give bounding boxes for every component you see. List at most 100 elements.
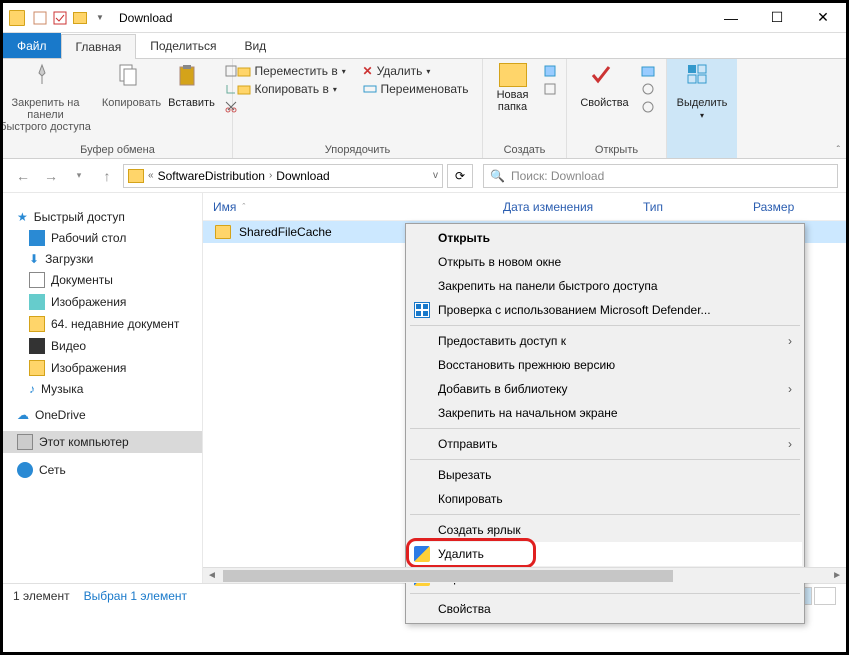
ctx-copy[interactable]: Копировать (408, 487, 802, 511)
col-size[interactable]: Размер (743, 200, 804, 214)
star-icon: ★ (17, 210, 28, 224)
nav-recent[interactable]: 64. недавние документ (3, 313, 202, 335)
nav-row: ← → ▾ ↑ « SoftwareDistribution › Downloa… (3, 159, 846, 193)
quick-access-toolbar: ▼ (31, 9, 109, 27)
desktop-icon (29, 230, 45, 246)
tab-home[interactable]: Главная (61, 34, 137, 59)
new-folder-button[interactable]: Новая папка (491, 63, 535, 113)
chevron-right-icon: › (788, 334, 792, 348)
pin-icon (30, 63, 62, 95)
collapse-ribbon-icon[interactable]: ˆ (837, 145, 840, 156)
properties-button[interactable]: Свойства (577, 63, 633, 115)
paste-button[interactable]: Вставить (168, 63, 216, 133)
easy-access-icon[interactable] (541, 81, 559, 97)
file-name: SharedFileCache (239, 225, 332, 239)
organize-group-label: Упорядочить (325, 144, 390, 156)
delete-button[interactable]: ✕Удалить ▾ (361, 63, 481, 79)
ctx-defender[interactable]: Проверка с использованием Microsoft Defe… (408, 298, 802, 322)
ctx-properties[interactable]: Свойства (408, 597, 802, 621)
video-icon (29, 338, 45, 354)
folder-icon (29, 316, 45, 332)
scrollbar-thumb[interactable] (223, 570, 673, 582)
ctx-library[interactable]: Добавить в библиотеку› (408, 377, 802, 401)
ctx-send-to[interactable]: Отправить› (408, 432, 802, 456)
nav-pictures2[interactable]: Изображения (3, 357, 202, 379)
maximize-button[interactable]: ☐ (754, 3, 800, 33)
qat-checkbox-icon[interactable] (51, 9, 69, 27)
scroll-left-icon[interactable]: ◄ (207, 570, 217, 581)
select-button[interactable]: Выделить ▾ (672, 63, 732, 120)
pictures-icon (29, 294, 45, 310)
rename-button[interactable]: Переименовать (361, 81, 481, 97)
h-scrollbar[interactable]: ◄ ► (203, 567, 846, 583)
nav-videos[interactable]: Видео (3, 335, 202, 357)
minimize-button[interactable]: — (708, 3, 754, 33)
ribbon: Закрепить на панели быстрого доступа Коп… (3, 59, 846, 159)
ctx-restore[interactable]: Восстановить прежнюю версию (408, 353, 802, 377)
copy-to-button[interactable]: Копировать в ▾ (235, 81, 355, 97)
column-headers: Имяˆ Дата изменения Тип Размер (203, 193, 846, 221)
col-type[interactable]: Тип (633, 200, 743, 214)
close-button[interactable]: ✕ (800, 3, 846, 33)
nav-network[interactable]: Сеть (3, 459, 202, 481)
col-name[interactable]: Имяˆ (203, 200, 493, 214)
ctx-give-access[interactable]: Предоставить доступ к› (408, 329, 802, 353)
refresh-button[interactable]: ⟳ (447, 164, 473, 188)
ctx-open[interactable]: Открыть (408, 226, 802, 250)
chevron-right-icon: › (788, 382, 792, 396)
nav-onedrive[interactable]: ☁OneDrive (3, 405, 202, 425)
edit-icon[interactable] (639, 81, 657, 97)
ctx-delete[interactable]: Удалить (408, 542, 802, 566)
ctx-shortcut[interactable]: Создать ярлык (408, 518, 802, 542)
search-icon: 🔍 (490, 169, 505, 183)
search-box[interactable]: 🔍 Поиск: Download (483, 164, 838, 188)
select-icon (686, 63, 718, 95)
explorer-window: ▼ Download — ☐ ✕ Файл Главная Поделиться… (0, 0, 849, 655)
clipboard-group-label: Буфер обмена (80, 144, 155, 156)
ctx-pin-quick[interactable]: Закрепить на панели быстрого доступа (408, 274, 802, 298)
status-count: 1 элемент (13, 589, 70, 603)
rename-icon (363, 82, 377, 96)
nav-desktop[interactable]: Рабочий стол (3, 227, 202, 249)
nav-music[interactable]: ♪Музыка (3, 379, 202, 399)
address-bar[interactable]: « SoftwareDistribution › Download v (123, 164, 443, 188)
nav-this-pc[interactable]: Этот компьютер (3, 431, 202, 453)
history-icon[interactable] (639, 99, 657, 115)
status-selected: Выбран 1 элемент (84, 589, 187, 603)
ctx-open-new[interactable]: Открыть в новом окне (408, 250, 802, 274)
qat-properties-icon[interactable] (31, 9, 49, 27)
nav-pictures[interactable]: Изображения (3, 291, 202, 313)
view-large-button[interactable] (814, 587, 836, 605)
qat-dropdown-icon[interactable]: ▼ (91, 9, 109, 27)
move-to-button[interactable]: Переместить в ▾ (235, 63, 355, 79)
ctx-cut[interactable]: Вырезать (408, 463, 802, 487)
folder-icon (29, 360, 45, 376)
context-menu: Открыть Открыть в новом окне Закрепить н… (405, 223, 805, 624)
new-item-icon[interactable] (541, 63, 559, 79)
breadcrumb-item[interactable]: SoftwareDistribution (158, 169, 265, 183)
pc-icon (17, 434, 33, 450)
nav-quick-access[interactable]: ★Быстрый доступ (3, 207, 202, 227)
folder-arrow-icon (237, 64, 251, 78)
x-icon: ✕ (363, 64, 373, 78)
copy-button[interactable]: Копировать (102, 63, 162, 133)
nav-documents[interactable]: Документы (3, 269, 202, 291)
pin-to-quick-access-button[interactable]: Закрепить на панели быстрого доступа (0, 63, 96, 133)
shield-icon (414, 546, 430, 562)
tab-file[interactable]: Файл (3, 33, 61, 58)
nav-downloads[interactable]: ⬇Загрузки (3, 249, 202, 269)
recent-dropdown[interactable]: ▾ (67, 164, 91, 188)
up-button[interactable]: ↑ (95, 164, 119, 188)
tab-view[interactable]: Вид (230, 33, 280, 58)
folder-copy-icon (237, 82, 251, 96)
tab-share[interactable]: Поделиться (136, 33, 230, 58)
search-placeholder: Поиск: Download (511, 169, 604, 183)
ctx-pin-start[interactable]: Закрепить на начальном экране (408, 401, 802, 425)
back-button[interactable]: ← (11, 164, 35, 188)
forward-button[interactable]: → (39, 164, 63, 188)
scroll-right-icon[interactable]: ► (832, 570, 842, 581)
col-date[interactable]: Дата изменения (493, 200, 633, 214)
open-icon[interactable] (639, 63, 657, 79)
qat-new-folder-icon[interactable] (71, 9, 89, 27)
breadcrumb-item[interactable]: Download (276, 169, 329, 183)
